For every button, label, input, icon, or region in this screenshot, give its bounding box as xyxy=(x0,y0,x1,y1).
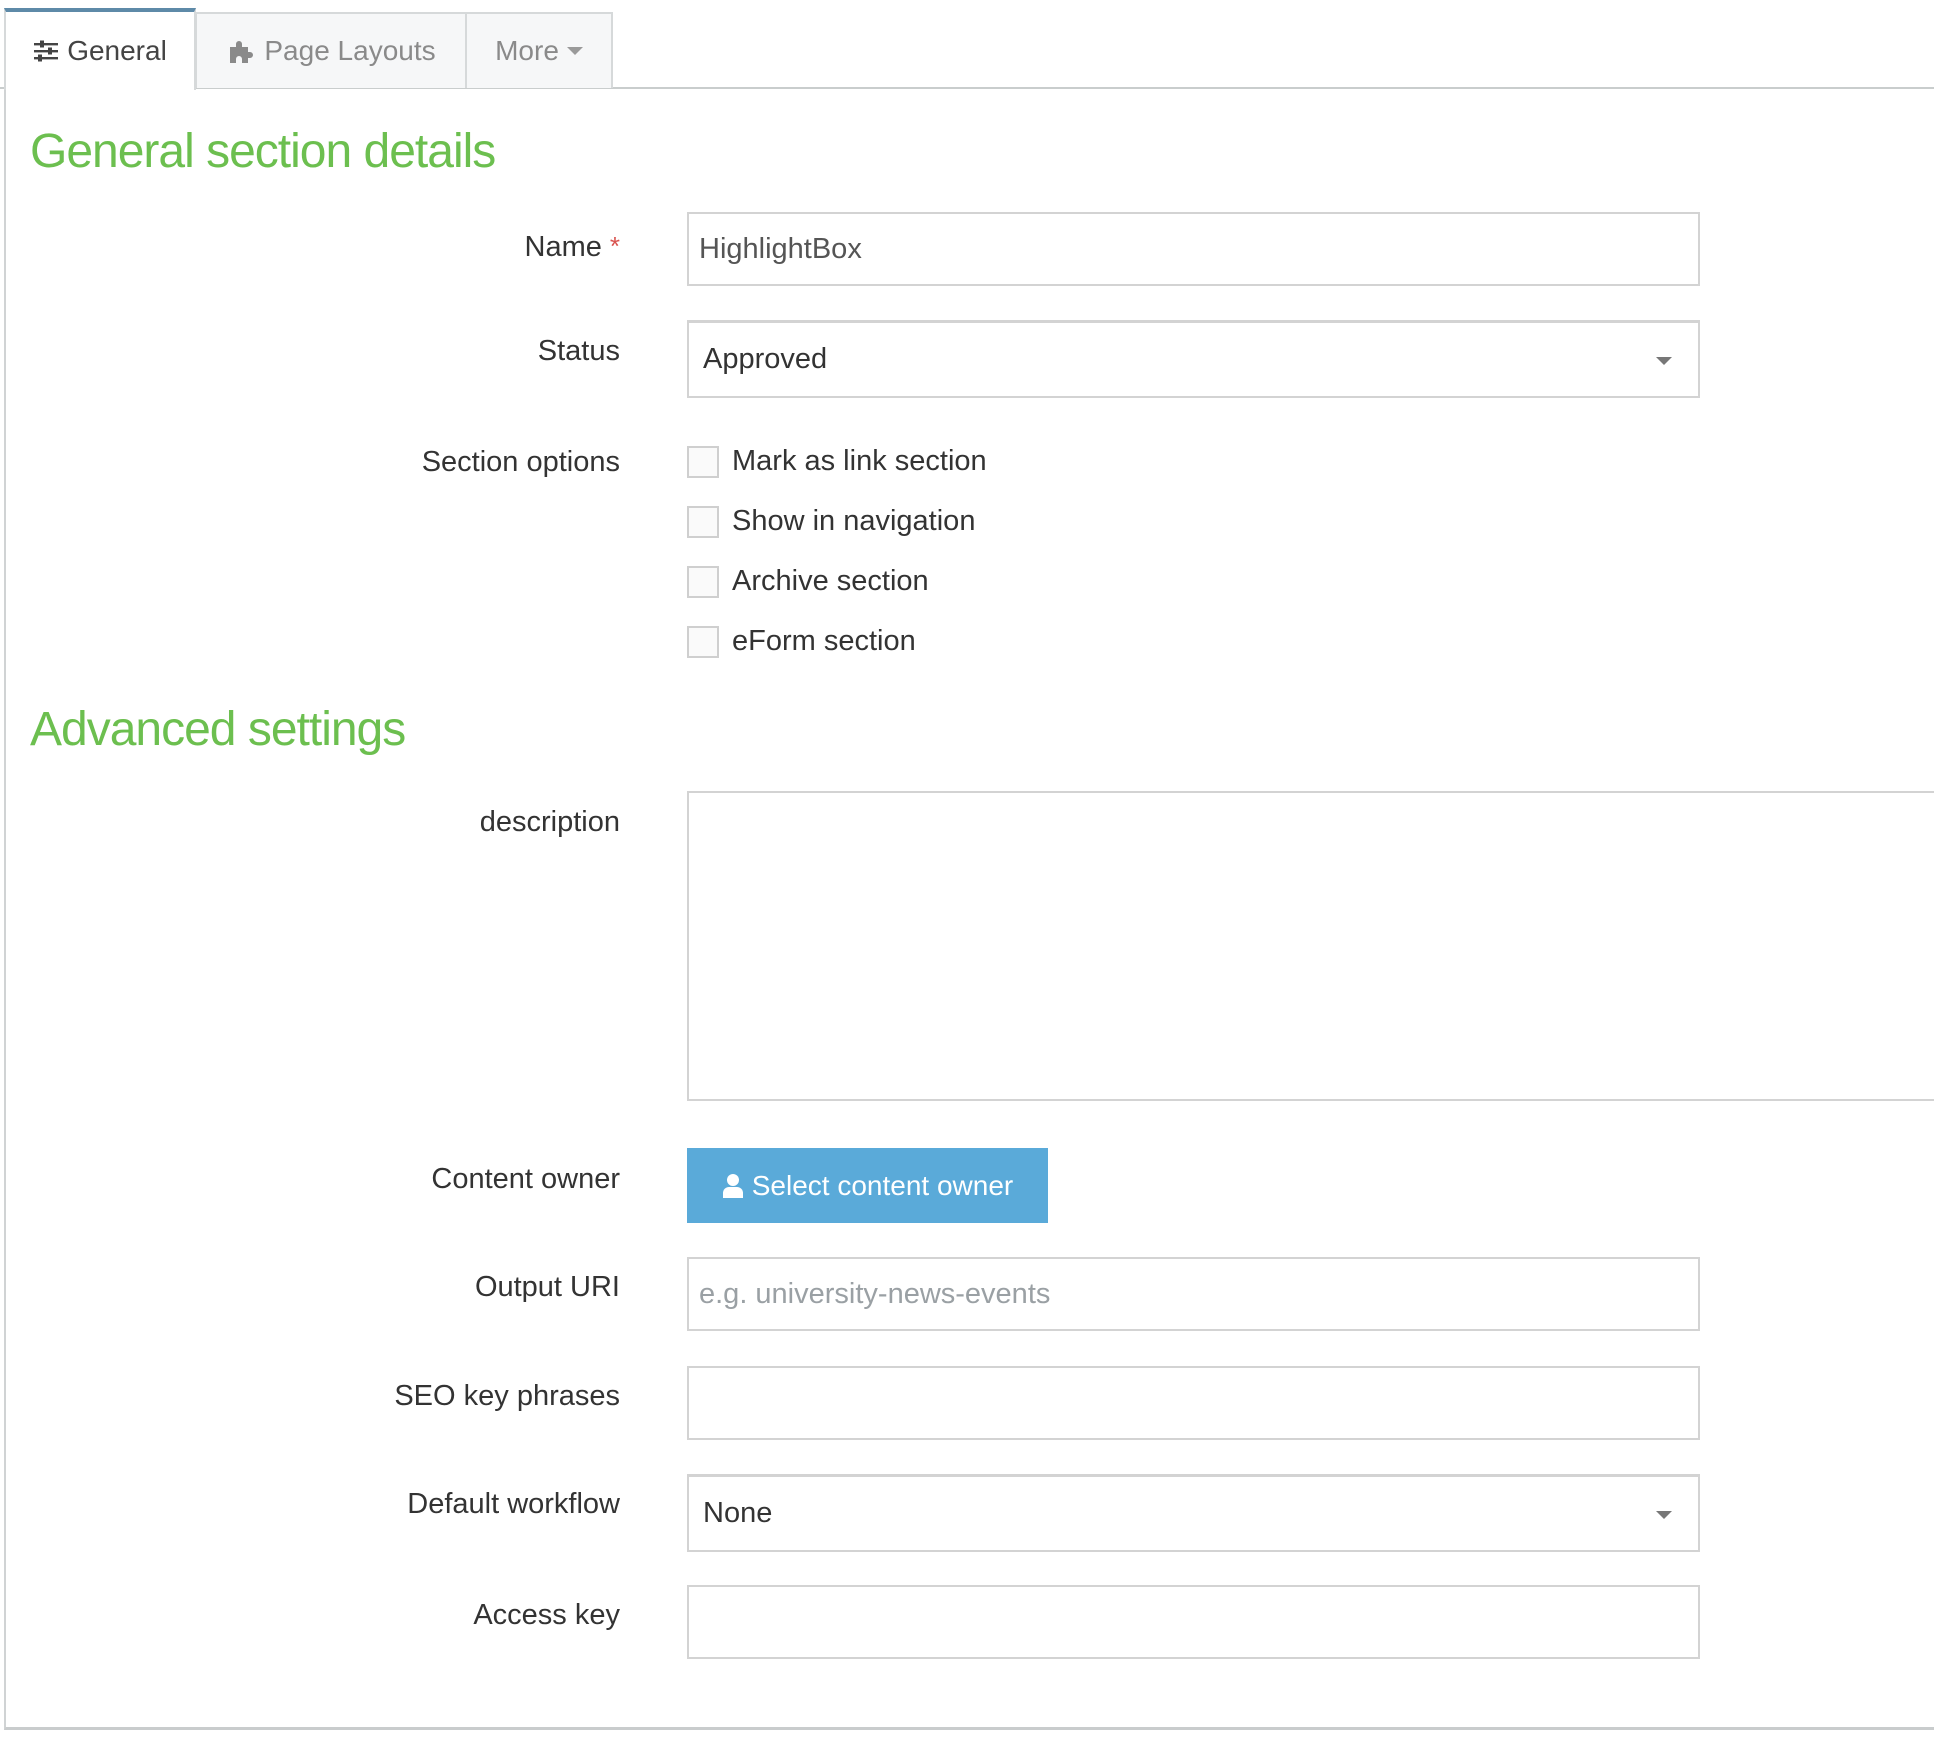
chevron-down-icon xyxy=(1656,1510,1672,1519)
name-label: Name * xyxy=(525,233,620,262)
access-key-input[interactable] xyxy=(687,1585,1700,1659)
description-label: description xyxy=(479,806,620,838)
seo-key-phrases-input[interactable] xyxy=(687,1366,1700,1440)
output-uri-label: Output URI xyxy=(474,1271,620,1303)
option-eform-section[interactable]: eForm section xyxy=(687,625,916,658)
archive-section-checkbox[interactable] xyxy=(687,565,719,598)
name-input-value: HighlightBox xyxy=(699,232,862,265)
tab-general[interactable]: General xyxy=(4,8,196,90)
output-uri-input[interactable]: e.g. university-news-events xyxy=(687,1257,1700,1331)
show-in-navigation-checkbox[interactable] xyxy=(687,505,719,538)
tab-more-label: More xyxy=(495,35,559,66)
user-icon xyxy=(722,1173,744,1199)
general-section-title: General section details xyxy=(30,125,496,178)
select-content-owner-button[interactable]: Select content owner xyxy=(687,1148,1048,1223)
advanced-settings-title: Advanced settings xyxy=(30,703,406,756)
tab-general-label: General xyxy=(67,35,167,66)
sliders-icon xyxy=(33,39,59,63)
name-input[interactable]: HighlightBox xyxy=(687,212,1700,286)
caret-down-icon xyxy=(566,47,583,55)
option-archive-section[interactable]: Archive section xyxy=(687,565,929,598)
default-workflow-label: Default workflow xyxy=(407,1488,620,1520)
option-show-in-navigation[interactable]: Show in navigation xyxy=(687,505,975,538)
option-mark-as-link-section[interactable]: Mark as link section xyxy=(687,445,987,478)
status-label: Status xyxy=(537,335,620,367)
content-owner-label: Content owner xyxy=(431,1163,620,1195)
status-select[interactable]: Approved xyxy=(687,320,1700,398)
eform-section-label[interactable]: eForm section xyxy=(732,625,916,658)
status-select-value: Approved xyxy=(703,343,828,375)
access-key-label: Access key xyxy=(473,1599,620,1631)
mark-as-link-section-checkbox[interactable] xyxy=(687,445,719,478)
description-textarea[interactable] xyxy=(687,791,1934,1101)
select-content-owner-label: Select content owner xyxy=(751,1169,1014,1201)
tab-page-layouts[interactable]: Page Layouts xyxy=(195,12,467,88)
tab-bar: General Page Layouts More xyxy=(0,0,1934,90)
seo-key-phrases-label: SEO key phrases xyxy=(394,1380,620,1412)
tab-more[interactable]: More xyxy=(465,12,613,88)
output-uri-placeholder: e.g. university-news-events xyxy=(699,1277,1051,1310)
eform-section-checkbox[interactable] xyxy=(687,625,719,658)
tab-page-layouts-label: Page Layouts xyxy=(264,35,436,66)
archive-section-label[interactable]: Archive section xyxy=(732,565,929,598)
show-in-navigation-label[interactable]: Show in navigation xyxy=(732,505,975,538)
name-label-text: Name xyxy=(524,231,602,263)
section-options-label: Section options xyxy=(421,446,620,478)
default-workflow-select[interactable]: None xyxy=(687,1474,1700,1552)
required-asterisk: * xyxy=(609,231,620,261)
puzzle-icon xyxy=(226,37,256,65)
default-workflow-value: None xyxy=(703,1497,773,1529)
chevron-down-icon xyxy=(1656,356,1672,365)
mark-as-link-section-label[interactable]: Mark as link section xyxy=(732,445,987,478)
